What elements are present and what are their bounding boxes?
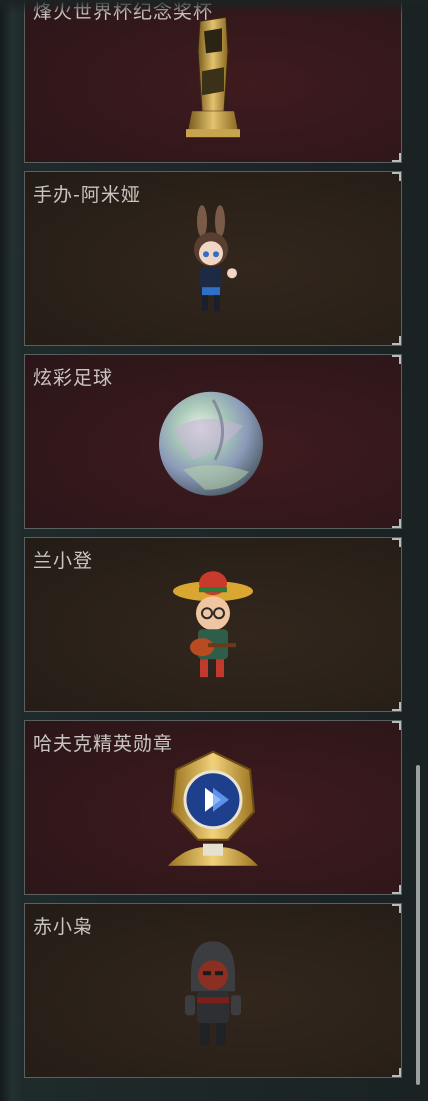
item-title: 赤小枭 <box>33 916 94 938</box>
item-title: 哈夫克精英勋章 <box>33 733 174 755</box>
elite-medal-icon <box>158 747 268 881</box>
hooded-figure-icon <box>173 935 253 1059</box>
item-card[interactable]: 炫彩足球 <box>24 354 402 529</box>
top-fade <box>0 0 428 14</box>
trophy-icon <box>178 11 248 155</box>
item-list: 烽火世界杯纪念奖杯 手办-阿米娅 <box>24 0 402 1086</box>
item-card[interactable]: 赤小枭 <box>24 903 402 1078</box>
sombrero-figure-icon <box>168 569 258 693</box>
item-card[interactable]: 兰小登 <box>24 537 402 712</box>
collection-panel: 烽火世界杯纪念奖杯 手办-阿米娅 <box>0 0 428 1101</box>
iridescent-ball-icon <box>153 389 273 505</box>
item-card[interactable]: 手办-阿米娅 <box>24 171 402 346</box>
item-title: 兰小登 <box>33 550 94 572</box>
scrollbar-thumb[interactable] <box>416 765 420 1085</box>
item-title: 炫彩足球 <box>33 367 114 389</box>
item-title: 手办-阿米娅 <box>33 184 141 206</box>
amiya-figure-icon <box>178 203 248 327</box>
item-card[interactable]: 烽火世界杯纪念奖杯 <box>24 0 402 163</box>
item-card[interactable]: 哈夫克精英勋章 <box>24 720 402 895</box>
